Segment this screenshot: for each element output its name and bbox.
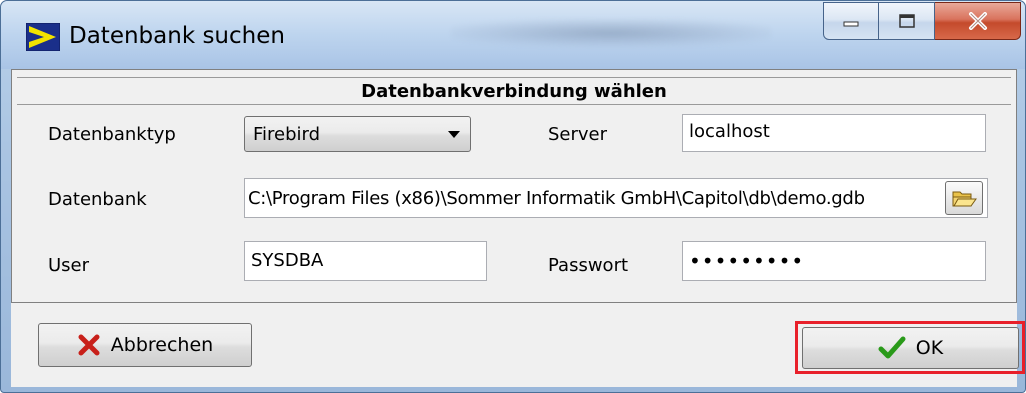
close-icon [968, 12, 987, 30]
db-type-value: Firebird [253, 123, 321, 145]
db-type-select[interactable]: Firebird [244, 116, 471, 152]
maximize-button[interactable] [879, 2, 935, 40]
password-label: Passwort [548, 255, 629, 276]
caption-buttons [823, 2, 1021, 42]
red-x-icon [78, 334, 100, 356]
server-label: Server [548, 124, 608, 145]
minimize-button[interactable] [823, 2, 879, 40]
database-value: C:\Program Files (x86)\Sommer Informatik… [248, 187, 865, 209]
form-header: Datenbankverbindung wählen [17, 77, 1011, 105]
maximize-icon [898, 14, 915, 28]
ok-button[interactable]: OK [802, 327, 1019, 369]
cancel-button-label: Abbrechen [110, 334, 214, 356]
server-value: localhost [689, 121, 770, 142]
browse-database-button[interactable] [945, 181, 983, 215]
database-input[interactable]: C:\Program Files (x86)\Sommer Informatik… [244, 178, 988, 218]
window-title: Datenbank suchen [69, 23, 285, 49]
green-check-icon [878, 336, 906, 359]
password-input[interactable]: ••••••••• [682, 241, 986, 281]
folder-open-icon [952, 191, 977, 207]
cancel-button[interactable]: Abbrechen [38, 323, 252, 367]
password-value: ••••••••• [689, 249, 805, 273]
chevron-down-icon [448, 131, 460, 138]
db-type-label: Datenbanktyp [48, 124, 176, 145]
user-label: User [48, 255, 90, 276]
ok-button-label: OK [915, 337, 944, 359]
minimize-icon [843, 21, 859, 27]
user-value: SYSDBA [251, 250, 324, 271]
close-button[interactable] [935, 2, 1021, 40]
database-label: Datenbank [48, 189, 147, 210]
server-input[interactable]: localhost [682, 114, 986, 152]
dialog-window: Datenbank suchen Datenbankverbindung wäh… [0, 0, 1026, 393]
blurred-background-title [451, 19, 771, 47]
user-input[interactable]: SYSDBA [244, 241, 487, 281]
capitol-app-icon [26, 23, 60, 51]
